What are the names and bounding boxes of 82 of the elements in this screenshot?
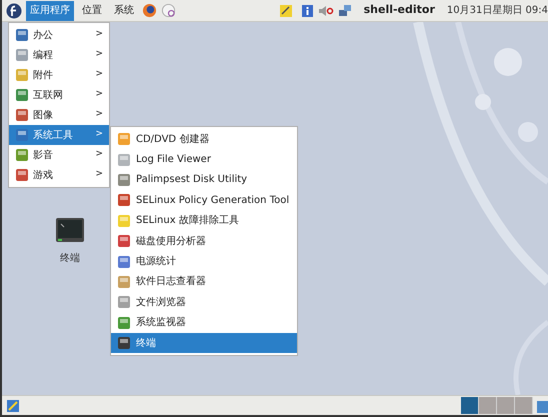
menu-item-label: 软件日志查看器 xyxy=(136,274,206,290)
menu-item[interactable]: Log File Viewer xyxy=(111,149,297,170)
menu-item[interactable]: 附件 > xyxy=(9,65,109,85)
menu-item-label: 影音 xyxy=(33,148,54,162)
app-icon xyxy=(117,152,131,167)
app-icon xyxy=(15,128,29,142)
desktop-icon-label[interactable]: 终端 xyxy=(60,251,80,266)
panel-menu[interactable]: 位置 xyxy=(78,0,106,20)
menu-item-label: 游戏 xyxy=(33,168,54,182)
app-icon xyxy=(15,148,29,162)
menu-item-label: 办公 xyxy=(33,28,54,42)
menu-item[interactable]: 办公 > xyxy=(9,25,109,45)
menu-item-label: 互联网 xyxy=(33,88,64,102)
menu-item-label: 系统监视器 xyxy=(136,316,186,330)
app-icon xyxy=(117,295,131,310)
show-desktop-icon[interactable] xyxy=(6,398,20,412)
menu-item[interactable]: CD/DVD 创建器 xyxy=(111,129,297,150)
menu-item[interactable]: SELinux 故障排除工具 xyxy=(111,210,297,231)
workspace-switcher-tile[interactable] xyxy=(515,397,533,414)
menu-item-label: 终端 xyxy=(136,336,156,351)
menu-item[interactable]: 系统工具 > xyxy=(9,125,109,145)
app-icon xyxy=(117,234,131,248)
menu-item[interactable]: 编程 > xyxy=(9,45,109,65)
submenu-arrow: > xyxy=(95,28,103,42)
workspace-switcher-tile[interactable] xyxy=(479,397,497,414)
menu-item[interactable]: 互联网 > xyxy=(9,85,109,105)
menu-item-label: 文件浏览器 xyxy=(136,296,186,310)
app-icon xyxy=(117,274,131,289)
menu-item[interactable]: 磁盘使用分析器 xyxy=(111,230,297,252)
notes-icon[interactable] xyxy=(278,4,293,18)
workspace-switcher-tile[interactable] xyxy=(461,397,479,414)
submenu-arrow: > xyxy=(95,168,103,182)
submenu-arrow: > xyxy=(95,148,103,162)
panel-menu[interactable]: 系统 xyxy=(110,0,138,20)
menu-item[interactable]: 电源统计 xyxy=(111,251,297,272)
menu-item-label: 图像 xyxy=(33,108,54,122)
menu-item[interactable]: 软件日志查看器 xyxy=(111,272,297,292)
menu-item[interactable]: 影音 > xyxy=(9,145,109,165)
app-icon xyxy=(117,132,131,146)
submenu-arrow: > xyxy=(95,88,103,102)
submenu-arrow: > xyxy=(95,68,103,82)
menu-item[interactable]: SELinux Policy Generation Tool xyxy=(111,190,297,211)
app-icon xyxy=(117,336,131,350)
user-name[interactable]: shell-editor xyxy=(364,2,435,19)
app-icon xyxy=(117,193,131,208)
network-icon[interactable] xyxy=(338,4,352,18)
menu-item-label: 附件 xyxy=(33,68,54,82)
app-icon xyxy=(117,316,131,330)
menu-item[interactable]: 图像 > xyxy=(9,105,109,125)
app-icon xyxy=(117,214,131,228)
app-icon xyxy=(15,108,29,122)
menu-item[interactable]: 游戏 > xyxy=(9,165,109,185)
app-icon xyxy=(15,68,29,82)
app-icon xyxy=(15,48,29,62)
app-icon xyxy=(117,254,131,269)
fedora-logo-icon xyxy=(6,2,22,18)
clock[interactable]: 10月31日星期日 09:4 xyxy=(446,3,548,18)
workspace-switcher-tile[interactable] xyxy=(497,397,515,414)
app-icon xyxy=(117,172,131,187)
menu-item-label: Log File Viewer xyxy=(136,153,211,168)
app-icon xyxy=(15,168,29,182)
menu-item-label: SELinux 故障排除工具 xyxy=(136,214,239,228)
menu-item-label: 编程 xyxy=(33,48,54,62)
info-icon[interactable] xyxy=(300,4,314,18)
menu-item-label: 磁盘使用分析器 xyxy=(136,234,206,249)
speaker-muted-icon[interactable] xyxy=(318,4,334,18)
menu-item-label: 电源统计 xyxy=(136,254,176,270)
submenu-arrow: > xyxy=(95,128,103,142)
terminal-icon[interactable] xyxy=(55,217,85,243)
menu-item[interactable]: Palimpsest Disk Utility xyxy=(111,170,297,190)
menu-item-label: Palimpsest Disk Utility xyxy=(136,173,248,188)
app-icon xyxy=(15,28,29,42)
menu-item-label: 系统工具 xyxy=(33,128,74,142)
menu-item[interactable]: 文件浏览器 xyxy=(111,292,297,313)
submenu-arrow: > xyxy=(95,108,103,122)
menu-item[interactable]: 系统监视器 xyxy=(111,312,297,333)
menu-item-label: CD/DVD 创建器 xyxy=(136,132,210,147)
app-icon xyxy=(15,88,29,102)
menu-item[interactable]: 终端 xyxy=(111,332,297,354)
menu-item-label: SELinux Policy Generation Tool xyxy=(136,194,290,208)
panel-menu[interactable]: 应用程序 xyxy=(26,0,74,20)
submenu-arrow: > xyxy=(95,48,103,62)
